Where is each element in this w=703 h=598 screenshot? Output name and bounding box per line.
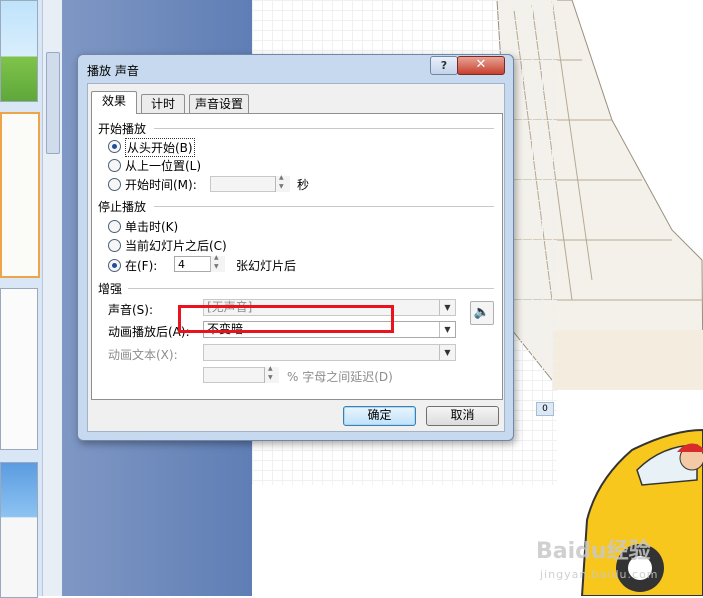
tab-timing[interactable]: 计时 xyxy=(141,94,185,113)
start-section-heading: 开始播放 xyxy=(98,122,147,136)
chevron-down-icon[interactable]: ▼ xyxy=(439,300,455,315)
radio-on-click[interactable] xyxy=(108,220,121,233)
sound-label: 声音(S): xyxy=(108,303,154,317)
watermark-logo: Baidu经验 xyxy=(536,539,651,564)
divider xyxy=(154,206,494,207)
ok-button[interactable]: 确定 xyxy=(343,406,416,426)
tab-panel-effect: 开始播放 从头开始(B) 从上一位置(L) 开始时间(M): 秒 停止播放 单击… xyxy=(91,113,503,400)
after-current-slide-label[interactable]: 当前幻灯片之后(C) xyxy=(125,237,227,254)
after-slides-unit-label: 张幻灯片后 xyxy=(236,259,297,273)
tab-sound-settings[interactable]: 声音设置 xyxy=(189,94,249,113)
dialog-title: 播放 声音 xyxy=(87,64,139,78)
from-last-position-label[interactable]: 从上一位置(L) xyxy=(125,157,201,174)
cancel-button[interactable]: 取消 xyxy=(426,406,499,426)
divider xyxy=(154,128,494,129)
tab-effect[interactable]: 效果 xyxy=(91,91,137,114)
slide-thumbnail[interactable] xyxy=(0,112,40,278)
radio-after-slides[interactable] xyxy=(108,259,121,272)
from-start-label[interactable]: 从头开始(B) xyxy=(125,138,195,157)
speaker-icon[interactable]: 🔈 xyxy=(470,301,494,325)
slide-thumbnail[interactable] xyxy=(0,0,38,102)
animate-text-select[interactable]: ▼ xyxy=(203,344,456,361)
letter-delay-spinner[interactable] xyxy=(264,365,279,383)
animate-text-label: 动画文本(X): xyxy=(108,348,178,362)
close-button[interactable]: ✕ xyxy=(457,56,505,75)
scrollbar-thumb[interactable] xyxy=(46,52,60,154)
stop-section-heading: 停止播放 xyxy=(98,200,147,214)
radio-from-start[interactable] xyxy=(108,140,121,153)
watermark-url: jingyan.baidu.com xyxy=(540,568,659,581)
radio-from-last-position[interactable] xyxy=(108,159,121,172)
seconds-unit-label: 秒 xyxy=(297,178,310,192)
on-click-label[interactable]: 单击时(K) xyxy=(125,218,178,235)
thumbnail-scrollbar[interactable] xyxy=(42,0,63,596)
divider xyxy=(128,288,494,289)
start-time-spinner[interactable] xyxy=(275,174,290,192)
slide-thumbnail[interactable] xyxy=(0,288,38,450)
slide-thumbnail[interactable] xyxy=(0,462,38,598)
play-sound-dialog: 播放 声音 ? ✕ 效果 计时 声音设置 开始播放 从头开始(B) 从上一位置(… xyxy=(77,54,514,441)
start-time-label[interactable]: 开始时间(M): xyxy=(125,176,197,193)
annotation-highlight-box xyxy=(178,305,394,333)
letter-delay-label: % 字母之间延迟(D) xyxy=(287,370,393,384)
dialog-client-area: 效果 计时 声音设置 开始播放 从头开始(B) 从上一位置(L) 开始时间(M)… xyxy=(87,83,505,432)
after-slides-spinner[interactable] xyxy=(210,254,225,272)
enhance-section-heading: 增强 xyxy=(98,282,123,296)
chevron-down-icon[interactable]: ▼ xyxy=(439,345,455,360)
radio-start-time[interactable] xyxy=(108,178,121,191)
help-button[interactable]: ? xyxy=(430,56,458,75)
animation-order-badge[interactable]: 0 xyxy=(536,402,554,416)
chevron-down-icon[interactable]: ▼ xyxy=(439,322,455,337)
radio-after-current-slide[interactable] xyxy=(108,239,121,252)
after-slides-label[interactable]: 在(F): xyxy=(125,257,157,274)
slide-thumbnail-pane xyxy=(0,0,42,598)
